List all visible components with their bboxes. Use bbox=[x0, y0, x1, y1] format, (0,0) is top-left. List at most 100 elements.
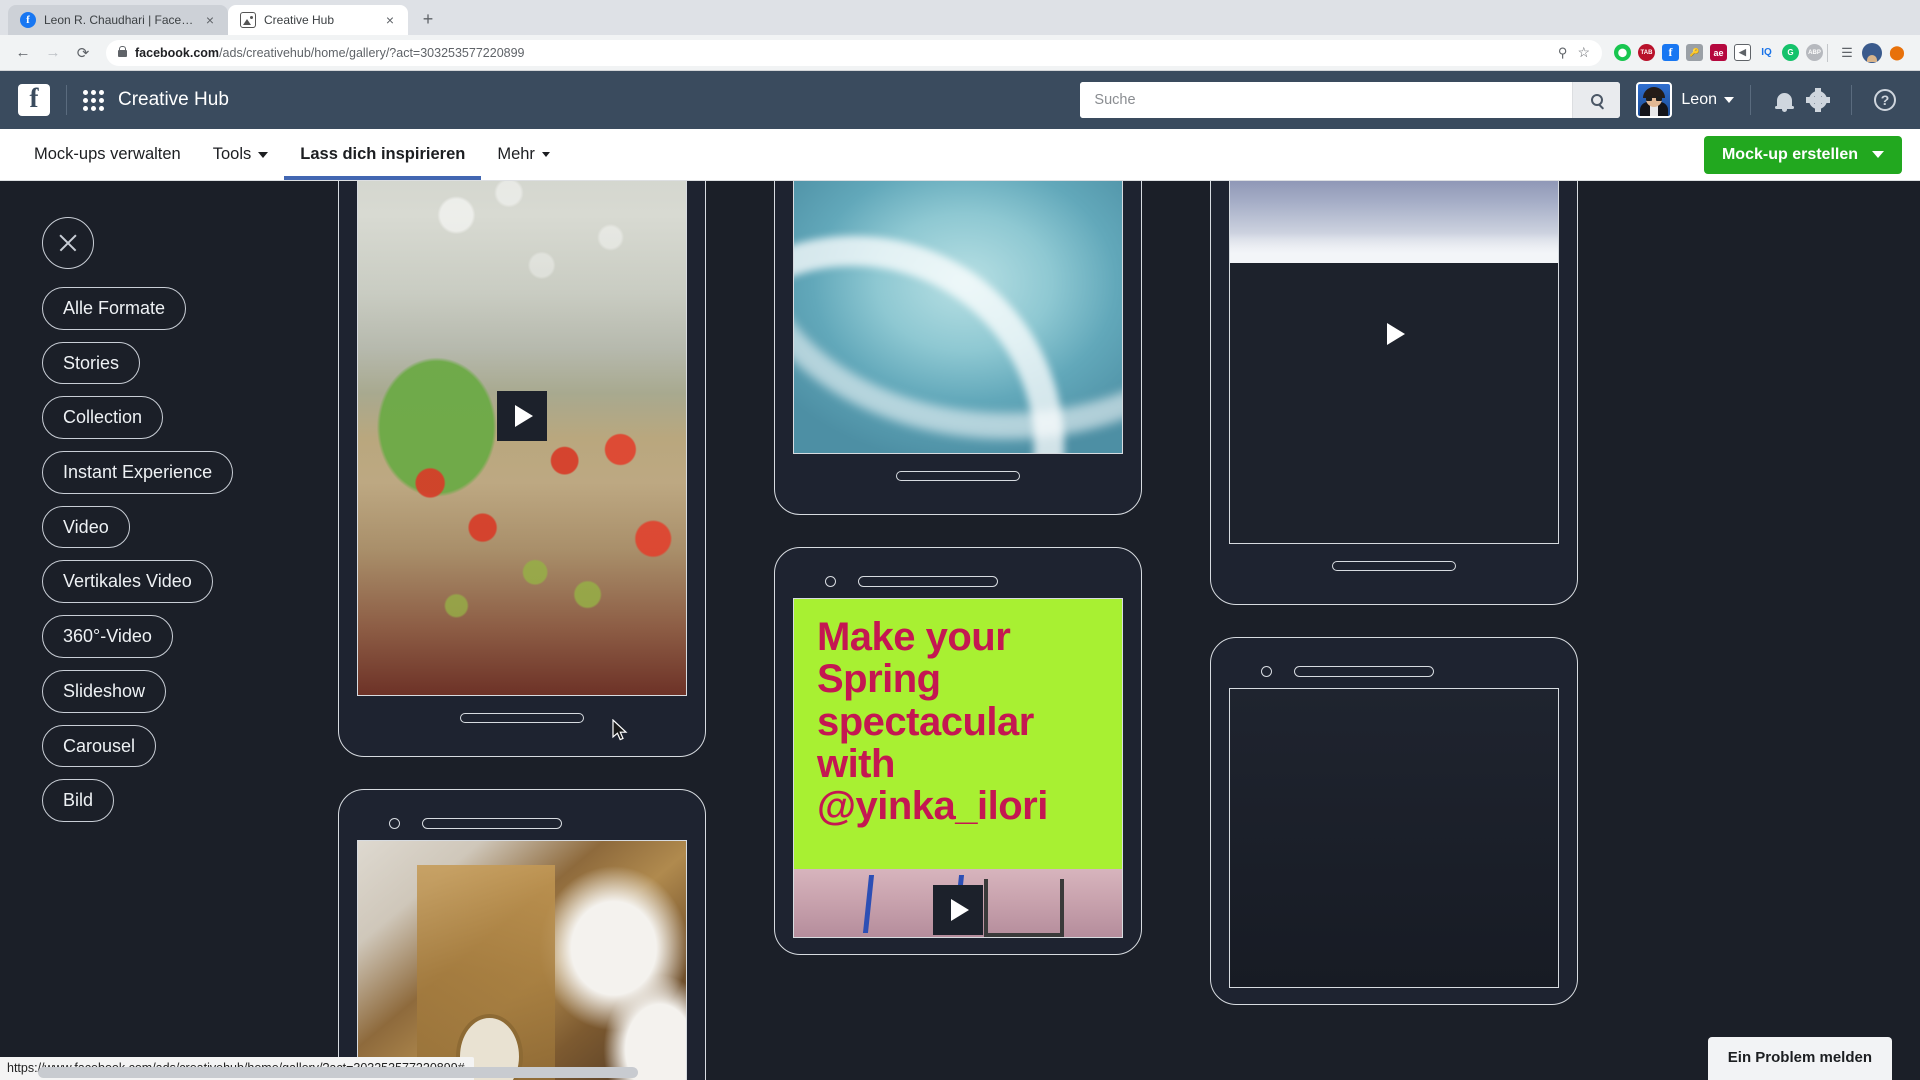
browser-toolbar: ← → ⟳ facebook.com/ads/creativehub/home/… bbox=[0, 35, 1920, 71]
speaker-icon bbox=[1294, 665, 1434, 677]
browser-tab-1[interactable]: f Leon R. Chaudhari | Facebook × bbox=[8, 5, 228, 35]
iq-extension-icon[interactable]: IQ bbox=[1758, 44, 1775, 61]
report-problem-button[interactable]: Ein Problem melden bbox=[1707, 1037, 1892, 1080]
notifications-button[interactable] bbox=[1767, 83, 1801, 117]
new-tab-button[interactable]: + bbox=[414, 5, 442, 33]
help-icon: ? bbox=[1874, 89, 1896, 111]
forward-button[interactable]: → bbox=[38, 39, 68, 67]
poster-headline: Make your Spring spectacular with @yinka… bbox=[816, 614, 1048, 829]
user-name[interactable]: Leon bbox=[1681, 91, 1717, 109]
header-divider-3 bbox=[1851, 85, 1852, 115]
play-button[interactable] bbox=[933, 885, 983, 935]
horizontal-scrollbar-thumb[interactable] bbox=[38, 1067, 638, 1078]
filter-rail: Alle Formate Stories Collection Instant … bbox=[42, 217, 234, 822]
chevron-down-icon bbox=[258, 151, 269, 158]
create-mockup-button[interactable]: Mock-up erstellen bbox=[1703, 135, 1902, 174]
nav-item-tools[interactable]: Tools bbox=[197, 129, 285, 180]
nav-item-more[interactable]: Mehr bbox=[481, 129, 566, 180]
filter-pill-collection[interactable]: Collection bbox=[42, 396, 164, 440]
phone-top-bar bbox=[357, 806, 687, 840]
search-button[interactable] bbox=[1572, 82, 1621, 118]
teal-abstract-photo bbox=[794, 181, 1122, 453]
phone-screen[interactable] bbox=[357, 181, 687, 696]
browser-tab-2[interactable]: Creative Hub × bbox=[228, 5, 408, 35]
creative-hub-icon bbox=[240, 12, 256, 28]
filter-pill-slideshow[interactable]: Slideshow bbox=[42, 669, 167, 713]
gear-icon bbox=[1806, 88, 1830, 112]
avatar[interactable] bbox=[1636, 82, 1673, 118]
search-input[interactable] bbox=[1080, 82, 1573, 118]
grammarly-extension-icon[interactable]: G bbox=[1782, 44, 1799, 61]
help-button[interactable]: ? bbox=[1868, 83, 1902, 117]
phone-top-bar bbox=[1229, 654, 1559, 688]
mockup-card-bigben[interactable] bbox=[338, 789, 706, 1080]
apps-grid-icon[interactable] bbox=[83, 89, 104, 111]
create-mockup-label: Mock-up erstellen bbox=[1721, 145, 1858, 163]
sky-horizon-photo bbox=[1230, 181, 1558, 263]
phone-screen[interactable]: Make your Spring spectacular with @yinka… bbox=[793, 598, 1123, 938]
play-button[interactable] bbox=[497, 391, 547, 441]
reading-list-icon[interactable]: ☰ bbox=[1832, 39, 1862, 67]
address-bar-url: facebook.com/ads/creativehub/home/galler… bbox=[135, 45, 525, 60]
gallery-column-2: Make your Spring spectacular with @yinka… bbox=[774, 181, 1142, 1080]
facebook-logo[interactable]: f bbox=[18, 84, 50, 116]
filter-pill-bild[interactable]: Bild bbox=[42, 779, 115, 822]
play-icon bbox=[1387, 323, 1405, 345]
back-button[interactable]: ← bbox=[8, 39, 38, 67]
star-icon[interactable]: ☆ bbox=[1577, 44, 1590, 61]
browser-tab-1-close-icon[interactable]: × bbox=[202, 13, 218, 27]
mockup-card-food-video[interactable] bbox=[338, 181, 706, 757]
close-icon[interactable] bbox=[42, 217, 94, 269]
nav-item-get-inspired[interactable]: Lass dich inspirieren bbox=[284, 129, 482, 180]
reload-button[interactable]: ⟳ bbox=[68, 39, 98, 67]
filter-pill-vertikales-video[interactable]: Vertikales Video bbox=[42, 560, 213, 604]
filter-pill-instant-experience[interactable]: Instant Experience bbox=[42, 451, 234, 494]
settings-button[interactable] bbox=[1801, 83, 1835, 117]
chevron-down-icon bbox=[541, 152, 550, 157]
header-right-controls: Leon ? bbox=[1636, 82, 1902, 118]
address-bar[interactable]: facebook.com/ads/creativehub/home/galler… bbox=[106, 39, 1602, 66]
play-icon bbox=[515, 405, 533, 427]
nav-item-manage-mockups[interactable]: Mock-ups verwalten bbox=[18, 129, 197, 180]
play-button[interactable] bbox=[1369, 309, 1419, 359]
toolbar-divider bbox=[1827, 43, 1828, 62]
mockup-gallery: Make your Spring spectacular with @yinka… bbox=[330, 181, 1920, 1080]
filter-pill-stories[interactable]: Stories bbox=[42, 341, 141, 385]
home-button-icon bbox=[1332, 561, 1456, 571]
phone-screen[interactable] bbox=[1229, 688, 1559, 988]
tab-extension-icon[interactable]: TAB bbox=[1638, 44, 1655, 61]
key-extension-icon[interactable]: 🔑 bbox=[1686, 44, 1703, 61]
mockup-card-sky-video[interactable] bbox=[1210, 181, 1578, 605]
home-button-icon bbox=[460, 713, 584, 723]
search-bar[interactable] bbox=[1080, 82, 1621, 118]
camera-icon bbox=[825, 575, 836, 587]
facebook-extension-icon[interactable]: f bbox=[1662, 44, 1679, 61]
mockup-card-dark[interactable] bbox=[1210, 637, 1578, 1005]
mockup-card-teal-video[interactable] bbox=[774, 181, 1142, 515]
abp-extension-icon[interactable]: ABP bbox=[1806, 44, 1823, 61]
dark-placeholder bbox=[1230, 689, 1558, 987]
lock-icon bbox=[118, 46, 127, 57]
nav-item-tools-label: Tools bbox=[212, 145, 252, 163]
zoom-icon[interactable]: ⚲ bbox=[1558, 45, 1568, 61]
filter-pill-carousel[interactable]: Carousel bbox=[42, 724, 157, 768]
phone-screen[interactable] bbox=[793, 181, 1123, 454]
extension-tray: ⬤ TAB f 🔑 ae ◀ IQ G ABP bbox=[1610, 44, 1823, 61]
sub-navigation: Mock-ups verwalten Tools Lass dich inspi… bbox=[0, 129, 1920, 181]
chevron-down-icon[interactable] bbox=[1724, 97, 1734, 103]
filter-pill-360-video[interactable]: 360°-Video bbox=[42, 615, 173, 658]
phone-screen[interactable] bbox=[357, 840, 687, 1080]
mockup-card-spring[interactable]: Make your Spring spectacular with @yinka… bbox=[774, 547, 1142, 955]
phone-bottom-bar bbox=[1229, 544, 1559, 588]
ae-extension-icon[interactable]: ae bbox=[1710, 44, 1727, 61]
header-divider-2 bbox=[1750, 85, 1751, 115]
filter-pill-video[interactable]: Video bbox=[42, 505, 130, 549]
phone-screen[interactable] bbox=[1229, 181, 1559, 544]
browser-tab-2-close-icon[interactable]: × bbox=[382, 13, 398, 27]
shield-extension-icon[interactable]: ⬤ bbox=[1614, 44, 1631, 61]
filter-pill-alle-formate[interactable]: Alle Formate bbox=[42, 287, 187, 330]
pocket-extension-icon[interactable]: ◀ bbox=[1734, 44, 1751, 61]
profile-avatar[interactable] bbox=[1862, 42, 1882, 63]
chrome-menu-icon[interactable]: ⬤ bbox=[1882, 39, 1912, 67]
big-ben-photo bbox=[358, 841, 686, 1080]
